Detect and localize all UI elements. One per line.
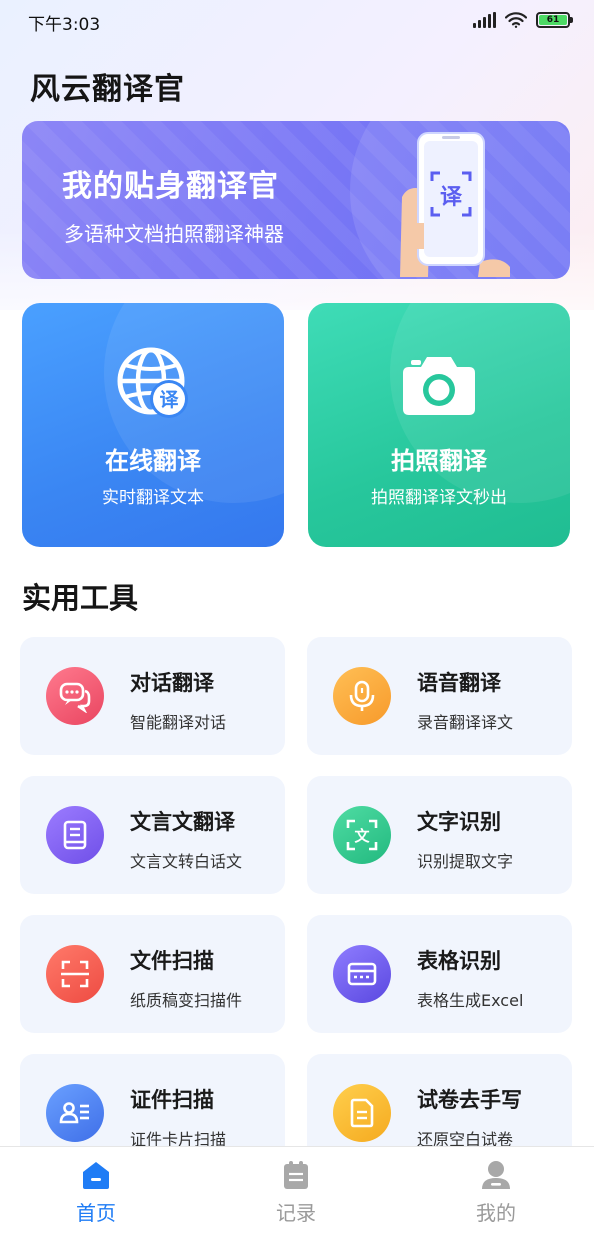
tool-classical-translate[interactable]: 文言文翻译 文言文转白话文 xyxy=(20,776,285,894)
wifi-icon xyxy=(505,12,527,28)
bottom-nav: 首页 记录 我的 xyxy=(0,1146,594,1245)
tool-desc: 识别提取文字 xyxy=(417,852,514,871)
banner-subtitle: 多语种文档拍照翻译神器 xyxy=(64,222,284,246)
photo-translate-card[interactable]: 拍照翻译 拍照翻译译文秒出 xyxy=(308,303,570,547)
tool-name: 文言文翻译 xyxy=(130,810,235,834)
camera-icon xyxy=(403,357,475,415)
tool-name: 对话翻译 xyxy=(130,671,214,695)
battery-icon: 61 xyxy=(536,12,573,28)
chat-bubbles-icon xyxy=(46,667,104,725)
book-icon xyxy=(46,806,104,864)
tool-name: 语音翻译 xyxy=(417,671,501,695)
online-translate-subtitle: 实时翻译文本 xyxy=(102,488,204,508)
nav-profile[interactable]: 我的 xyxy=(436,1147,556,1245)
battery-level: 61 xyxy=(546,15,560,25)
id-card-icon xyxy=(46,1084,104,1142)
tool-table-recognition[interactable]: 表格识别 表格生成Excel xyxy=(307,915,572,1033)
microphone-icon xyxy=(333,667,391,725)
banner-title: 我的贴身翻译官 xyxy=(62,169,279,204)
tool-desc: 智能翻译对话 xyxy=(130,713,227,732)
photo-translate-title: 拍照翻译 xyxy=(391,447,487,475)
promo-banner[interactable]: 我的贴身翻译官 多语种文档拍照翻译神器 译 xyxy=(22,121,570,279)
scan-text-icon: 文 xyxy=(333,806,391,864)
tool-desc: 纸质稿变扫描件 xyxy=(130,991,243,1010)
tool-name: 表格识别 xyxy=(417,949,501,973)
tool-desc: 表格生成Excel xyxy=(417,991,524,1010)
globe-translate-icon: 译 xyxy=(117,347,188,418)
app-title: 风云翻译官 xyxy=(30,72,185,107)
home-icon xyxy=(83,1162,109,1189)
nav-label: 首页 xyxy=(76,1201,116,1225)
tool-dialog-translate[interactable]: 对话翻译 智能翻译对话 xyxy=(20,637,285,755)
tool-document-scan[interactable]: 文件扫描 纸质稿变扫描件 xyxy=(20,915,285,1033)
tool-desc: 录音翻译译文 xyxy=(417,713,514,732)
status-bar: 下午3:03 61 xyxy=(0,0,594,44)
nav-records[interactable]: 记录 xyxy=(236,1147,356,1245)
nav-label: 记录 xyxy=(276,1201,316,1225)
photo-translate-subtitle: 拍照翻译译文秒出 xyxy=(371,488,507,508)
tool-desc: 文言文转白话文 xyxy=(130,852,243,871)
tools-section-title: 实用工具 xyxy=(22,581,139,615)
tool-voice-translate[interactable]: 语音翻译 录音翻译译文 xyxy=(307,637,572,755)
tool-name: 证件扫描 xyxy=(130,1088,214,1112)
nav-label: 我的 xyxy=(476,1201,516,1225)
profile-icon xyxy=(482,1161,510,1189)
signal-icon xyxy=(473,12,496,28)
phone-in-hand-illustration: 译 xyxy=(400,132,510,277)
scan-glyph: 文 xyxy=(354,827,370,845)
tool-name: 文件扫描 xyxy=(130,949,214,973)
records-icon xyxy=(284,1161,308,1189)
tool-text-recognition[interactable]: 文 文字识别 识别提取文字 xyxy=(307,776,572,894)
status-time: 下午3:03 xyxy=(28,15,101,35)
translate-badge: 译 xyxy=(159,389,179,411)
nav-home[interactable]: 首页 xyxy=(36,1147,156,1245)
scan-document-icon xyxy=(46,945,104,1003)
paper-icon xyxy=(333,1084,391,1142)
tool-name: 文字识别 xyxy=(417,810,501,834)
phone-glyph: 译 xyxy=(440,185,463,210)
status-icons: 61 xyxy=(473,12,573,28)
table-icon xyxy=(333,945,391,1003)
online-translate-card[interactable]: 译 在线翻译 实时翻译文本 xyxy=(22,303,284,547)
tool-name: 试卷去手写 xyxy=(417,1088,522,1112)
online-translate-title: 在线翻译 xyxy=(105,447,201,475)
